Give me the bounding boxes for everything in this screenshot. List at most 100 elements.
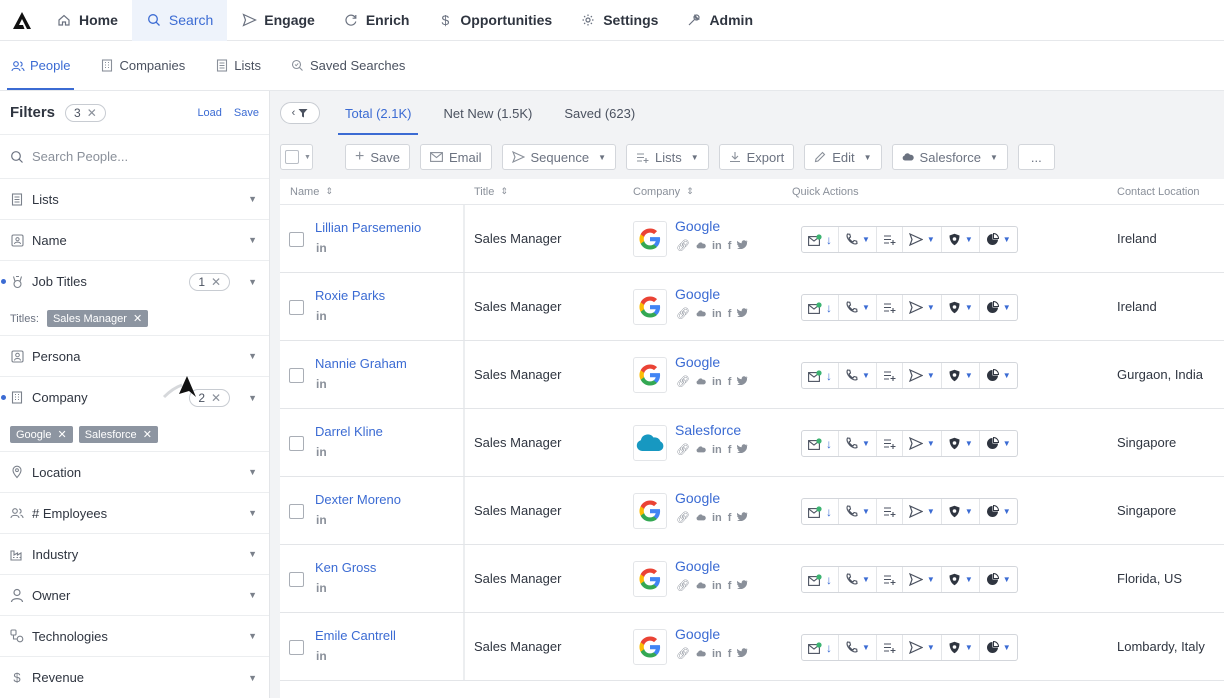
crm-action[interactable]: ▼ (942, 295, 980, 320)
sequence-action[interactable]: ▼ (903, 227, 942, 252)
link-icon[interactable]: 🔗︎ (676, 647, 690, 660)
filter-company[interactable]: Company 2 ✕ ▼ (0, 377, 269, 418)
row-checkbox[interactable] (289, 368, 304, 383)
company-logo[interactable] (633, 561, 667, 597)
facebook-icon[interactable]: f (728, 376, 732, 388)
twitter-icon[interactable] (737, 579, 748, 592)
sequence-action[interactable]: ▼ (903, 567, 942, 592)
linkedin-icon[interactable]: in (712, 240, 722, 252)
salesforce-cloud-icon[interactable] (696, 512, 706, 524)
email-action[interactable]: ↓ (802, 227, 839, 252)
crm-action[interactable]: ▼ (942, 227, 980, 252)
table-row[interactable]: Emile Cantrell in Sales Manager Google 🔗… (280, 613, 1224, 681)
facebook-icon[interactable]: f (728, 240, 732, 252)
nav-enrich[interactable]: Enrich (329, 0, 424, 41)
linkedin-icon[interactable]: in (316, 241, 327, 255)
linkedin-icon[interactable]: in (316, 649, 327, 663)
email-button[interactable]: Email (419, 144, 492, 170)
call-action[interactable]: ▼ (839, 431, 877, 456)
column-title[interactable]: Title ⇕ (474, 186, 508, 198)
filters-count-pill[interactable]: 3 ✕ (65, 103, 106, 122)
facebook-icon[interactable]: f (728, 648, 732, 660)
crm-action[interactable]: ▼ (942, 499, 980, 524)
filter-count-pill[interactable]: 1 ✕ (189, 272, 231, 291)
tab-total[interactable]: Total (2.1K) (334, 91, 422, 135)
filter-employees[interactable]: # Employees ▼ (0, 493, 269, 534)
salesforce-cloud-icon[interactable] (696, 648, 706, 660)
twitter-icon[interactable] (737, 443, 748, 456)
row-checkbox[interactable] (289, 300, 304, 315)
company-chip[interactable]: Salesforce ✕ (78, 426, 158, 443)
email-action[interactable]: ↓ (802, 635, 839, 660)
column-location[interactable]: Contact Location (1117, 186, 1200, 198)
nav-admin[interactable]: Admin (672, 0, 767, 41)
twitter-icon[interactable] (737, 511, 748, 524)
add-to-list-action[interactable] (877, 499, 903, 524)
person-name-link[interactable]: Nannie Graham (315, 356, 407, 371)
twitter-icon[interactable] (737, 647, 748, 660)
salesforce-cloud-icon[interactable] (696, 376, 706, 388)
row-checkbox[interactable] (289, 572, 304, 587)
facebook-icon[interactable]: f (728, 444, 732, 456)
title-chip[interactable]: Sales Manager ✕ (46, 310, 149, 327)
linkedin-icon[interactable]: in (712, 376, 722, 388)
integration-action[interactable]: ▼ (980, 635, 1017, 660)
email-action[interactable]: ↓ (802, 499, 839, 524)
linkedin-icon[interactable]: in (316, 445, 327, 459)
linkedin-icon[interactable]: in (712, 444, 722, 456)
call-action[interactable]: ▼ (839, 635, 877, 660)
filter-location[interactable]: Location ▼ (0, 452, 269, 493)
lists-button[interactable]: Lists ▼ (625, 144, 709, 170)
linkedin-icon[interactable]: in (712, 580, 722, 592)
more-actions-button[interactable]: ... (1017, 144, 1055, 170)
filter-name[interactable]: Name ▼ (0, 220, 269, 261)
sort-icon[interactable]: ⇕ (686, 186, 694, 197)
add-to-list-action[interactable] (877, 567, 903, 592)
integration-action[interactable]: ▼ (980, 295, 1017, 320)
integration-action[interactable]: ▼ (980, 499, 1017, 524)
column-company[interactable]: Company ⇕ (633, 186, 694, 198)
linkedin-icon[interactable]: in (316, 513, 327, 527)
sequence-action[interactable]: ▼ (903, 363, 942, 388)
company-name-link[interactable]: Google (675, 626, 720, 642)
link-icon[interactable]: 🔗︎ (676, 579, 690, 592)
nav-settings[interactable]: Settings (566, 0, 672, 41)
tab-net-new[interactable]: Net New (1.5K) (432, 91, 543, 135)
person-name-link[interactable]: Emile Cantrell (315, 628, 396, 643)
save-button[interactable]: + Save (345, 144, 410, 170)
nav-engage[interactable]: Engage (227, 0, 329, 41)
company-logo[interactable] (633, 425, 667, 461)
integration-action[interactable]: ▼ (980, 567, 1017, 592)
table-row[interactable]: Ken Gross in Sales Manager Google 🔗︎ in … (280, 545, 1224, 613)
company-logo[interactable] (633, 493, 667, 529)
select-all-checkbox[interactable] (285, 150, 299, 164)
linkedin-icon[interactable]: in (316, 309, 327, 323)
subnav-companies[interactable]: Companies (92, 41, 193, 90)
company-logo[interactable] (633, 221, 667, 257)
crm-action[interactable]: ▼ (942, 363, 980, 388)
link-icon[interactable]: 🔗︎ (676, 443, 690, 456)
salesforce-button[interactable]: Salesforce ▼ (891, 144, 1008, 170)
nav-search[interactable]: Search (131, 0, 228, 41)
add-to-list-action[interactable] (877, 431, 903, 456)
save-filters-link[interactable]: Save (234, 107, 259, 119)
linkedin-icon[interactable]: in (316, 377, 327, 391)
export-button[interactable]: Export (718, 144, 795, 170)
filter-industry[interactable]: Industry ▼ (0, 534, 269, 575)
tab-saved[interactable]: Saved (623) (553, 91, 646, 135)
column-name[interactable]: Name ⇕ (290, 186, 333, 198)
sort-icon[interactable]: ⇕ (325, 186, 333, 197)
toggle-filters-button[interactable]: ‹ (280, 102, 320, 124)
integration-action[interactable]: ▼ (980, 227, 1017, 252)
call-action[interactable]: ▼ (839, 567, 877, 592)
linkedin-icon[interactable]: in (712, 308, 722, 320)
person-name-link[interactable]: Lillian Parsemenio (315, 220, 421, 235)
add-to-list-action[interactable] (877, 227, 903, 252)
person-name-link[interactable]: Darrel Kline (315, 424, 383, 439)
add-to-list-action[interactable] (877, 635, 903, 660)
link-icon[interactable]: 🔗︎ (676, 511, 690, 524)
sequence-action[interactable]: ▼ (903, 295, 942, 320)
twitter-icon[interactable] (737, 239, 748, 252)
salesforce-cloud-icon[interactable] (696, 444, 706, 456)
select-all-dropdown[interactable]: ▼ (280, 144, 313, 170)
